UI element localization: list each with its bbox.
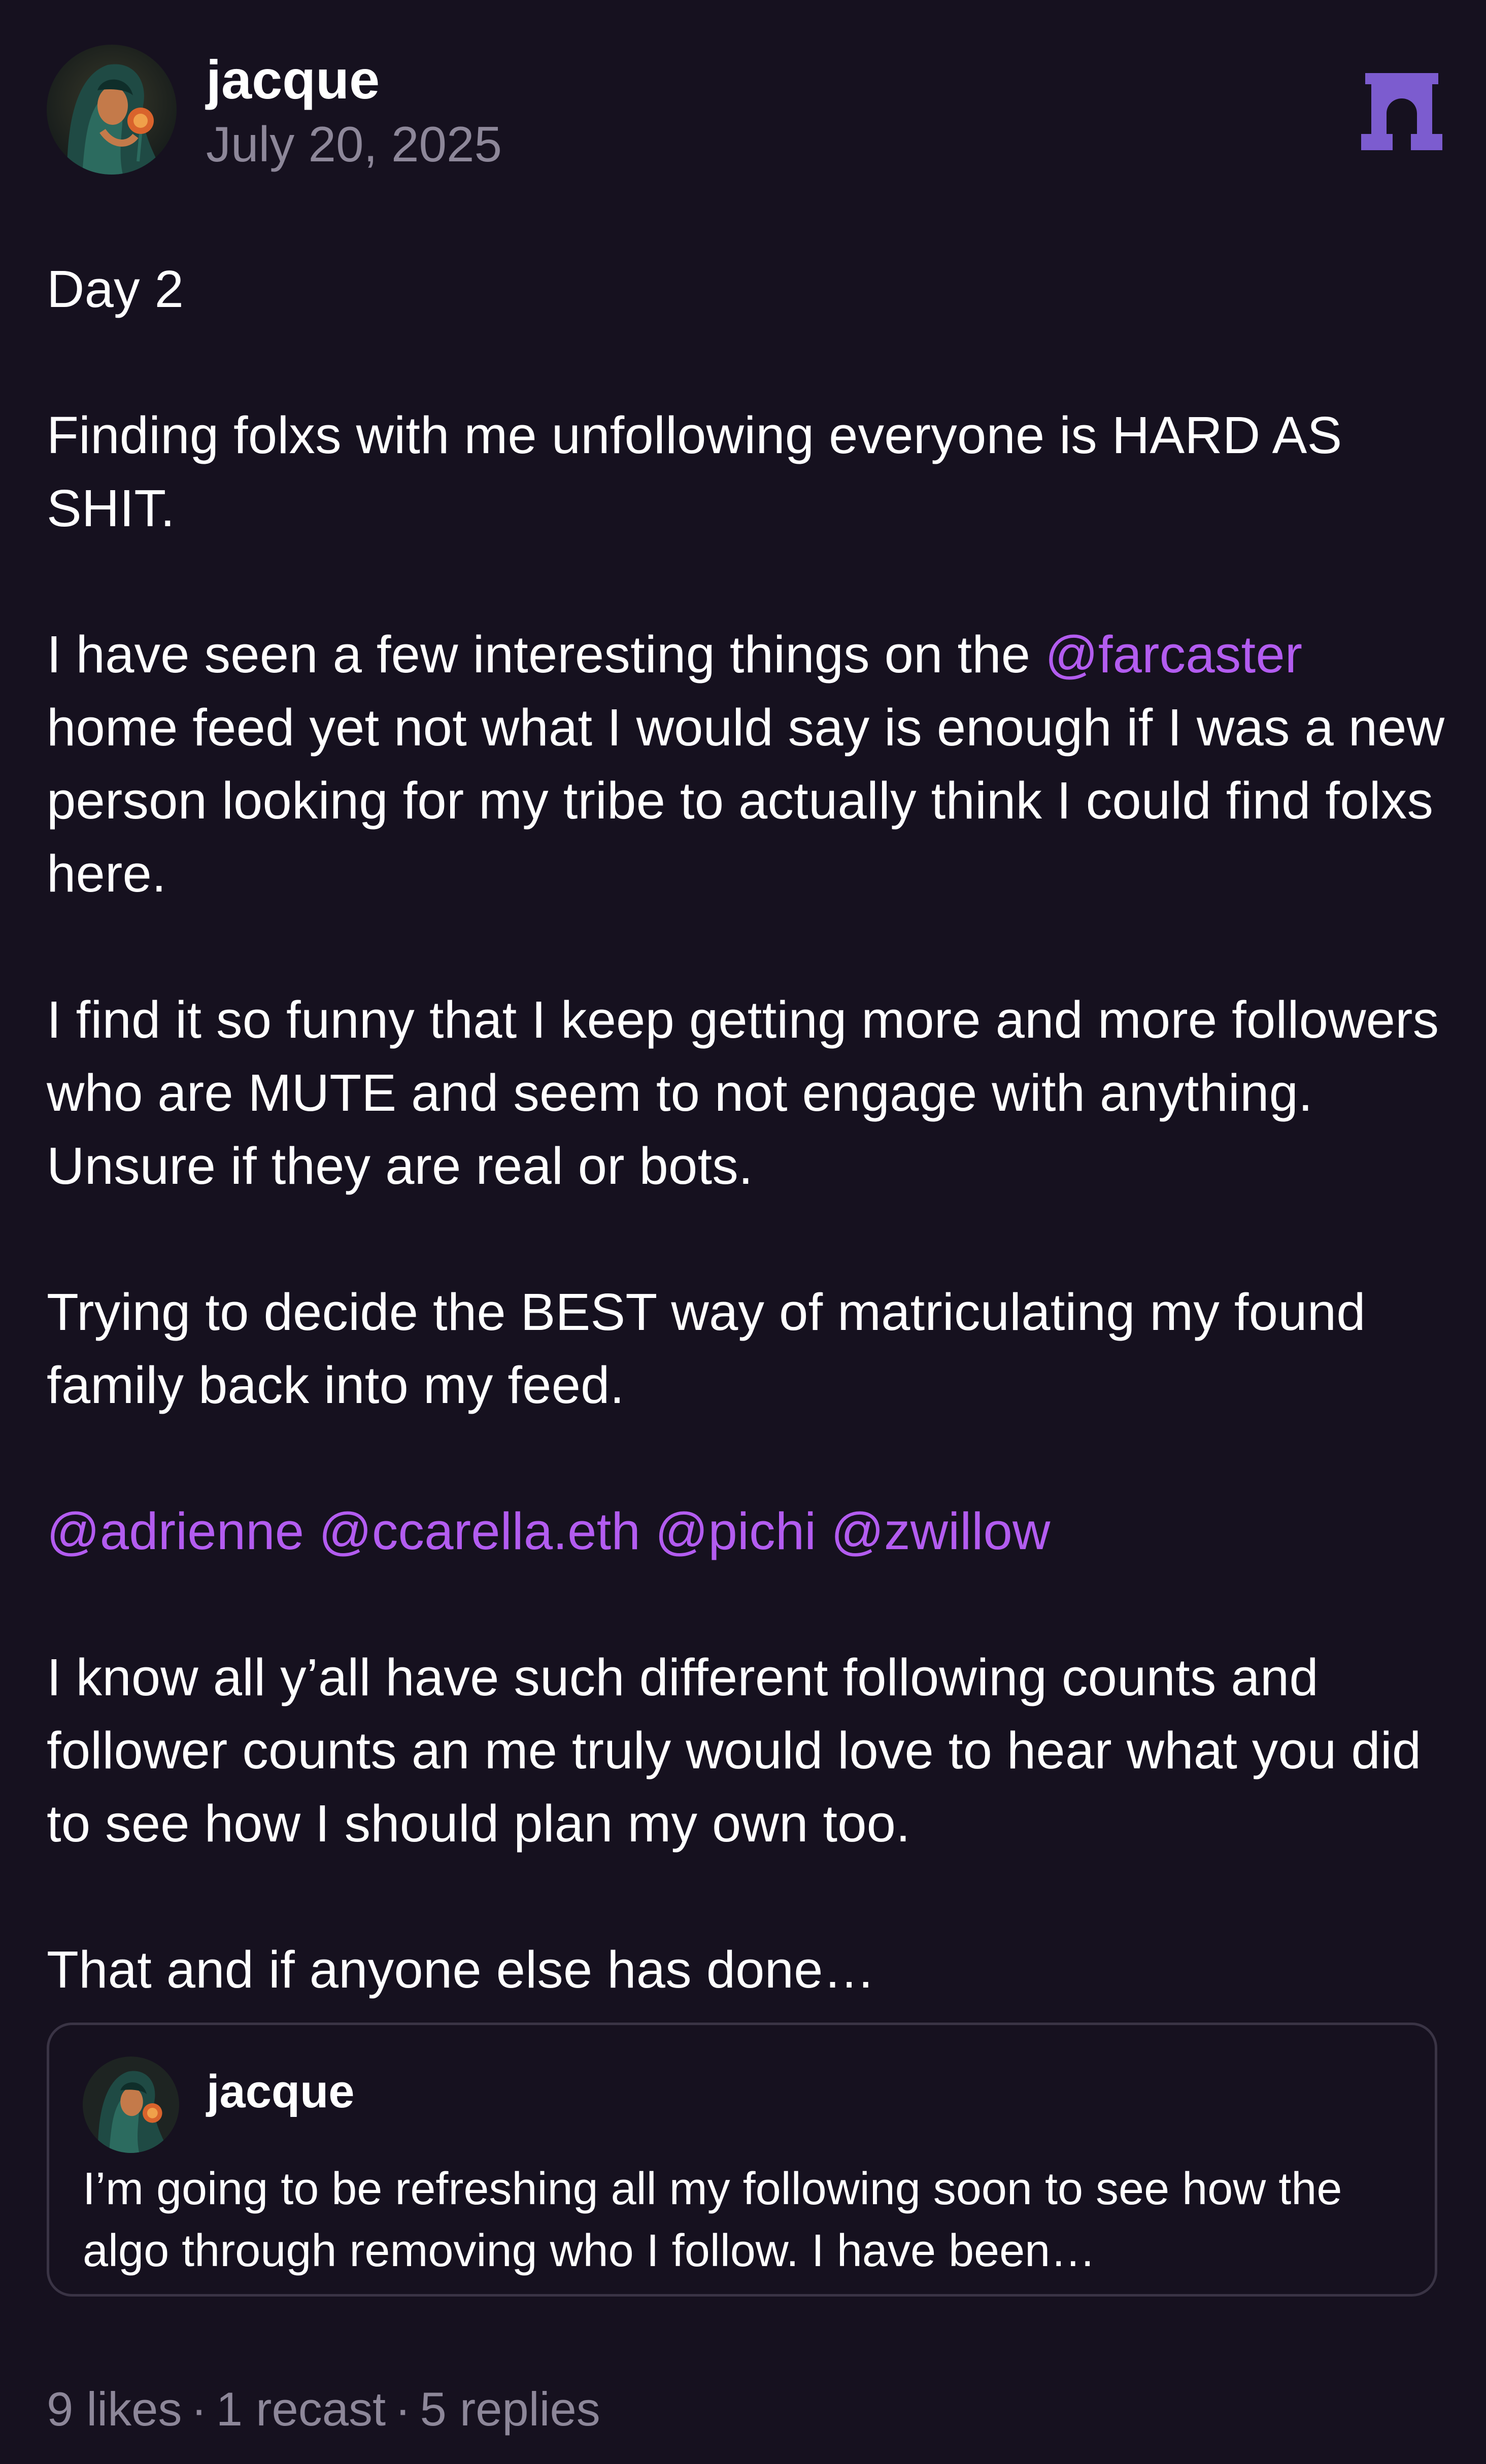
post-date: July 20, 2025 xyxy=(206,116,502,172)
recasts-count[interactable]: 1 recast xyxy=(216,2382,386,2436)
post-paragraph: Finding folxs with me unfollowing everyo… xyxy=(47,406,1357,537)
quote-author-name: jacque xyxy=(207,2066,355,2117)
avatar-illustration xyxy=(83,2057,179,2153)
arch-icon[interactable] xyxy=(1361,73,1442,150)
quote-text: I’m going to be refreshing all my follow… xyxy=(83,2164,1342,2276)
replies-count[interactable]: 5 replies xyxy=(420,2382,600,2436)
post-body: Day 2 Finding folxs with me unfollowing … xyxy=(47,253,1447,2006)
mention-link[interactable]: @farcaster xyxy=(1045,625,1302,683)
quote-author-avatar xyxy=(83,2057,179,2153)
post-paragraph: I have seen a few interesting things on … xyxy=(47,618,1447,910)
mention-link[interactable]: @adrienne xyxy=(47,1502,304,1560)
stats-separator: · xyxy=(191,2382,207,2436)
post-paragraph: Trying to decide the BEST way of matricu… xyxy=(47,1283,1380,1414)
post-header: jacque July 20, 2025 xyxy=(47,45,1442,177)
mention-link[interactable]: @pichi xyxy=(655,1502,817,1560)
post-paragraph: I find it so funny that I keep getting m… xyxy=(47,990,1454,1195)
cast-post: jacque July 20, 2025 Day 2 Finding folxs… xyxy=(0,0,1486,2464)
author-name[interactable]: jacque xyxy=(206,47,380,113)
post-text: I have seen a few interesting things on … xyxy=(47,625,1045,683)
mention-link[interactable]: @ccarella.eth xyxy=(319,1502,640,1560)
mention-link[interactable]: @zwillow xyxy=(831,1502,1050,1560)
engagement-stats: 9 likes · 1 recast · 5 replies xyxy=(47,2381,600,2438)
likes-count[interactable]: 9 likes xyxy=(47,2382,182,2436)
avatar-illustration xyxy=(47,45,177,175)
post-paragraph: That and if anyone else has done… xyxy=(47,1940,875,1999)
mentions-line: @adrienne @ccarella.eth @pichi @zwillow xyxy=(47,1495,1447,1568)
author-avatar[interactable] xyxy=(47,45,177,175)
stats-separator: · xyxy=(395,2382,411,2436)
quoted-cast[interactable]: jacque I’m going to be refreshing all my… xyxy=(47,2023,1437,2297)
post-paragraph: I know all y’all have such different fol… xyxy=(47,1648,1436,1853)
post-paragraph: Day 2 xyxy=(47,260,184,318)
